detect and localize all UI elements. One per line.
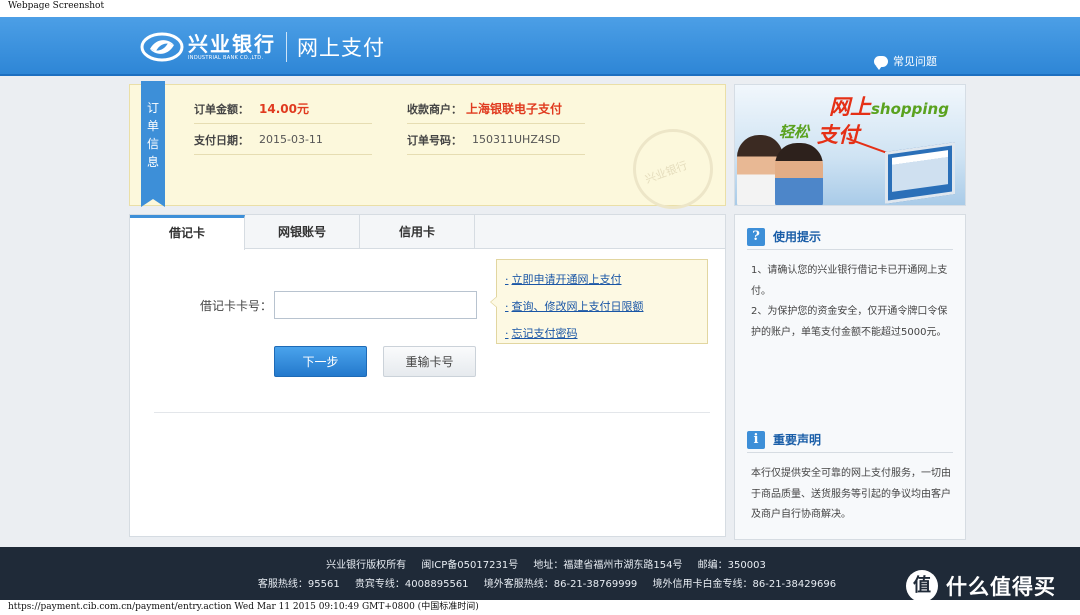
tab-debit-card[interactable]: 借记卡 <box>130 215 245 250</box>
merchant-row: 收款商户： 上海银联电子支付 <box>407 94 585 124</box>
site-watermark: 值 什么值得买 <box>906 570 1056 602</box>
bank-logo[interactable]: 兴业银行 INDUSTRIAL BANK CO.,LTD. 网上支付 <box>140 30 385 64</box>
order-info-ribbon: 订 单 信 息 <box>141 81 165 207</box>
order-amount-row: 订单金额： 14.00元 <box>194 94 372 124</box>
query-limit-link[interactable]: · 查询、修改网上支付日限额 <box>505 293 707 320</box>
page-header: 兴业银行 INDUSTRIAL BANK CO.,LTD. 网上支付 常见问题 <box>0 17 1080 76</box>
forgot-password-link[interactable]: · 忘记支付密码 <box>505 320 707 347</box>
apply-online-payment-link[interactable]: · 立即申请开通网上支付 <box>505 266 707 293</box>
card-number-input[interactable] <box>274 291 477 319</box>
notice-heading: i 重要声明 <box>747 427 953 453</box>
watermark-logo-icon: 值 <box>906 570 938 602</box>
bank-name-en: INDUSTRIAL BANK CO.,LTD. <box>188 54 264 61</box>
logo-divider <box>286 32 287 62</box>
stamp-text: 兴业银行 <box>643 158 690 187</box>
usage-tips-title: 使用提示 <box>773 230 822 244</box>
tab-credit-card[interactable]: 信用卡 <box>360 215 475 249</box>
form-divider <box>154 412 710 413</box>
usage-tip-1: 1、请确认您的兴业银行借记卡已开通网上支付。 <box>751 265 948 297</box>
screenshot-caption: Webpage Screenshot <box>0 0 1080 17</box>
chat-bubble-icon <box>874 55 888 70</box>
footer-overseas-credit: 境外信用卡白金专线：86-21-38429696 <box>652 579 837 590</box>
footer-postcode: 邮编：350003 <box>697 560 766 571</box>
usage-tips-heading: ? 使用提示 <box>747 224 953 250</box>
order-number-row: 订单号码： 150311UHZ4SD <box>407 125 585 155</box>
side-info-panel: ? 使用提示 1、请确认您的兴业银行借记卡已开通网上支付。 2、为保护您的资金安… <box>734 214 966 540</box>
question-icon: ? <box>747 227 765 246</box>
status-bar: https://payment.cib.com.cn/payment/entry… <box>0 600 1080 615</box>
next-step-button[interactable]: 下一步 <box>274 346 367 377</box>
footer-line-1: 兴业银行版权所有 闽ICP备05017231号 地址：福建省福州市湖东路154号… <box>0 556 1080 571</box>
banner-person-image <box>775 143 823 205</box>
card-type-tabs: 借记卡 网银账号 信用卡 <box>130 215 725 250</box>
banner-screen-graphic <box>885 142 955 204</box>
banner-line1-en: shopping <box>871 100 949 118</box>
footer-overseas: 境外客服热线：86-21-38769999 <box>483 579 638 590</box>
shopping-banner: 网上shopping 轻松 支付 <box>734 84 966 206</box>
bank-logo-icon <box>140 32 184 62</box>
order-amount-value: 14.00元 <box>259 102 309 116</box>
help-links-box: · 立即申请开通网上支付 · 查询、修改网上支付日限额 · 忘记支付密码 <box>490 259 708 347</box>
reenter-card-button[interactable]: 重输卡号 <box>383 346 476 377</box>
footer-address: 地址：福建省福州市湖东路154号 <box>533 560 683 571</box>
order-number-value: 150311UHZ4SD <box>472 133 561 146</box>
banner-line2b: 支付 <box>817 123 859 147</box>
payment-form-panel: 借记卡 网银账号 信用卡 借记卡卡号： · 立即申请开通网上支付 · 查询、修改网上… <box>129 214 726 537</box>
ribbon-char: 订 <box>146 101 159 115</box>
footer-vip: 贵宾专线：4008895561 <box>354 579 469 590</box>
ribbon-char: 单 <box>146 119 159 133</box>
faq-label: 常见问题 <box>893 55 937 68</box>
footer-copyright: 兴业银行版权所有 <box>326 560 407 571</box>
faq-link[interactable]: 常见问题 <box>874 53 937 70</box>
usage-tip-2: 2、为保护您的资金安全，仅开通令牌口令保护的账户，单笔支付金额不能超过5000元… <box>751 306 948 338</box>
order-number-label: 订单号码： <box>407 133 462 147</box>
ribbon-char: 息 <box>146 155 159 169</box>
bank-name: 兴业银行 <box>188 31 276 56</box>
notice-title: 重要声明 <box>773 433 822 447</box>
ribbon-char: 信 <box>146 137 159 151</box>
merchant-value: 上海银联电子支付 <box>466 102 563 116</box>
info-icon: i <box>747 430 765 449</box>
watermark-text: 什么值得买 <box>946 575 1056 599</box>
banner-line1: 网上shopping <box>829 95 949 119</box>
merchant-label: 收款商户： <box>407 102 462 116</box>
order-info-panel: 订 单 信 息 兴业银行 订单金额： 14.00元 收款商户： 上海银联电子支付… <box>129 81 726 209</box>
card-number-label: 借记卡卡号： <box>200 299 273 313</box>
bank-stamp-watermark: 兴业银行 <box>633 129 713 209</box>
order-amount-label: 订单金额： <box>194 102 249 116</box>
pay-date-label: 支付日期： <box>194 133 249 147</box>
pay-date-value: 2015-03-11 <box>259 133 323 146</box>
footer-icp[interactable]: 闽ICP备05017231号 <box>421 560 518 571</box>
banner-line2a: 轻松 <box>779 123 810 141</box>
notice-text: 本行仅提供安全可靠的网上支付服务，一切由于商品质量、送货服务等引起的争议均由客户… <box>751 468 951 520</box>
page-title: 网上支付 <box>297 36 385 60</box>
footer-hotline: 客服热线：95561 <box>257 579 340 590</box>
tab-online-banking[interactable]: 网银账号 <box>245 215 360 249</box>
pay-date-row: 支付日期： 2015-03-11 <box>194 125 372 155</box>
